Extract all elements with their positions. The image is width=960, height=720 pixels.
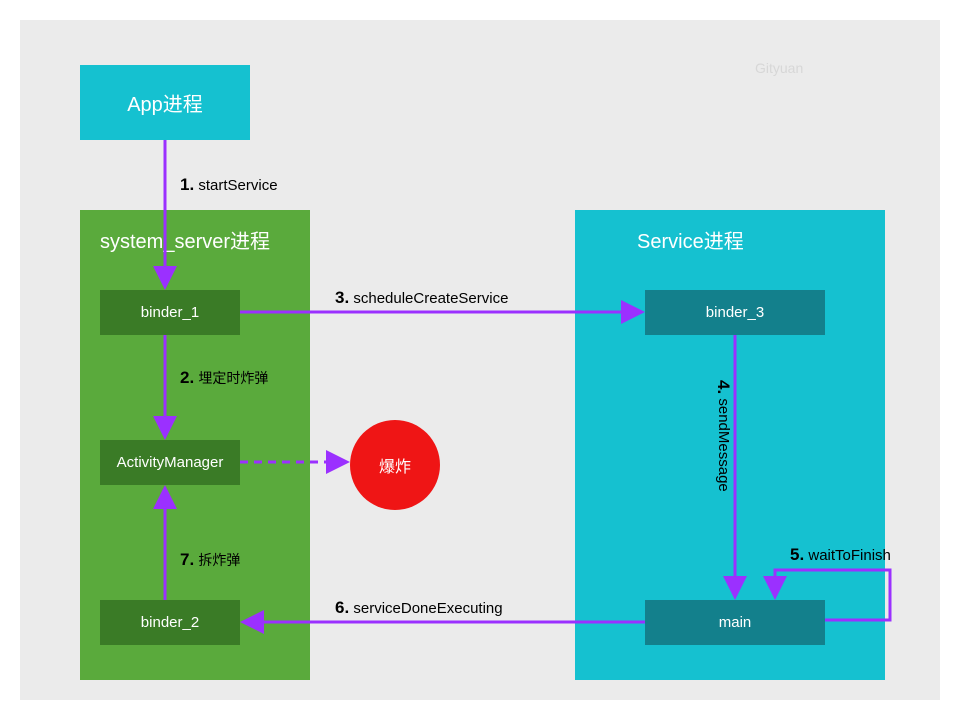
binder-3-label: binder_3 bbox=[706, 304, 764, 321]
step-3-label: 3. scheduleCreateService bbox=[335, 288, 508, 308]
step-3-text: scheduleCreateService bbox=[353, 290, 508, 307]
step-7-text: 拆炸弹 bbox=[198, 552, 240, 568]
step-2-num: 2. bbox=[180, 368, 194, 387]
step-6-label: 6. serviceDoneExecuting bbox=[335, 598, 503, 618]
watermark: Gityuan bbox=[755, 60, 803, 76]
service-process-title: Service进程 bbox=[637, 225, 744, 254]
step-4-label: 4. sendMessage bbox=[713, 380, 733, 492]
binder-2-node: binder_2 bbox=[100, 600, 240, 645]
app-process-box: App进程 bbox=[80, 65, 250, 140]
binder-1-label: binder_1 bbox=[141, 304, 199, 321]
step-1-label: 1. startService bbox=[180, 175, 278, 195]
step-1-num: 1. bbox=[180, 175, 194, 194]
step-6-text: serviceDoneExecuting bbox=[353, 600, 502, 617]
app-process-title: App进程 bbox=[127, 88, 203, 117]
activity-manager-label: ActivityManager bbox=[117, 454, 224, 471]
diagram-canvas: Gityuan App进程 system_server进程 binder_1 A… bbox=[20, 20, 940, 700]
step-1-text: startService bbox=[198, 177, 277, 194]
step-4-text: sendMessage bbox=[715, 398, 732, 491]
step-6-num: 6. bbox=[335, 598, 349, 617]
binder-2-label: binder_2 bbox=[141, 614, 199, 631]
system-server-title: system_server进程 bbox=[100, 225, 270, 254]
step-2-text: 埋定时炸弹 bbox=[198, 370, 268, 386]
binder-1-node: binder_1 bbox=[100, 290, 240, 335]
main-node: main bbox=[645, 600, 825, 645]
step-7-num: 7. bbox=[180, 550, 194, 569]
step-5-text: waitToFinish bbox=[808, 547, 891, 564]
activity-manager-node: ActivityManager bbox=[100, 440, 240, 485]
step-2-label: 2. 埋定时炸弹 bbox=[180, 368, 268, 388]
explode-label: 爆炸 bbox=[379, 453, 411, 477]
step-7-label: 7. 拆炸弹 bbox=[180, 550, 240, 570]
step-4-num: 4. bbox=[714, 380, 733, 394]
step-3-num: 3. bbox=[335, 288, 349, 307]
step-5-label: 5. waitToFinish bbox=[790, 545, 891, 565]
step-5-num: 5. bbox=[790, 545, 804, 564]
main-label: main bbox=[719, 614, 752, 631]
binder-3-node: binder_3 bbox=[645, 290, 825, 335]
explode-circle: 爆炸 bbox=[350, 420, 440, 510]
